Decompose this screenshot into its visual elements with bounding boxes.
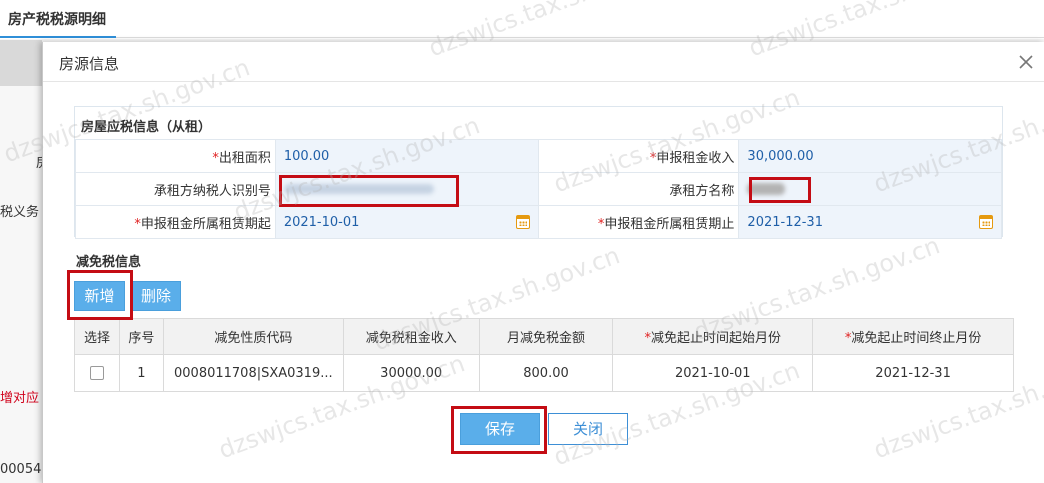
redacted-value (747, 183, 786, 195)
lease-end-field[interactable]: 2021-12-31 (738, 205, 1002, 239)
column-header: *减免起止时间起始月份 (612, 318, 814, 355)
seq-cell: 1 (118, 354, 164, 392)
column-header: 月减免税金额 (478, 318, 614, 355)
table-header-row: 选择 序号 减免性质代码 减免税租金收入 月减免税金额 *减免起止时间起始月份 … (74, 318, 1014, 355)
lease-start-label: *申报租金所属租赁期起 (75, 205, 276, 239)
code-cell: 0008011708|SXA0319... (162, 354, 344, 392)
lease-end-label: *申报租金所属租赁期止 (537, 205, 740, 239)
lessee-taxpayer-id-label: 承租方纳税人识别号 (75, 172, 276, 206)
property-info-dialog: 房源信息 房屋应税信息（从租） *出租面积 100.00 *申报租金收入 30,… (42, 42, 1044, 483)
column-header: 减免税租金收入 (342, 318, 480, 355)
calendar-icon[interactable] (515, 215, 530, 229)
form-row: *申报租金所属租赁期起 2021-10-01 *申报租金所属租赁期止 2021-… (75, 205, 1002, 239)
row-checkbox[interactable] (89, 366, 104, 380)
table-row[interactable]: 1 0008011708|SXA0319... 30000.00 800.00 … (74, 354, 1014, 392)
rental-area-label: *出租面积 (75, 139, 276, 173)
lease-start-field[interactable]: 2021-10-01 (274, 205, 539, 239)
column-header: 选择 (74, 318, 120, 355)
end-month-cell: 2021-12-31 (812, 354, 1014, 392)
exemption-title: 减免税信息 (76, 255, 142, 270)
start-month-cell: 2021-10-01 (612, 354, 814, 392)
dialog-header: 房源信息 (43, 42, 1044, 82)
lessee-taxpayer-id-field[interactable] (274, 172, 539, 206)
lessee-name-field[interactable] (738, 172, 1002, 206)
redacted-value (283, 184, 434, 194)
column-header: 序号 (118, 318, 164, 355)
background-text: 税义务 (0, 205, 40, 220)
rent-income-field[interactable]: 30,000.00 (738, 139, 1002, 173)
tab-property-tax-detail[interactable]: 房产税税源明细 (0, 0, 116, 38)
save-button[interactable]: 保存 (460, 413, 540, 445)
form-row: 承租方纳税人识别号 承租方名称 (75, 172, 1002, 206)
close-button[interactable]: 关闭 (548, 413, 628, 445)
taxable-info-form: *出租面积 100.00 *申报租金收入 30,000.00 承租方纳税人识别号… (75, 139, 1002, 239)
close-icon[interactable] (1017, 53, 1035, 71)
dialog-title: 房源信息 (59, 55, 120, 73)
form-row: *出租面积 100.00 *申报租金收入 30,000.00 (75, 139, 1002, 173)
column-header: 减免性质代码 (162, 318, 344, 355)
section-title: 房屋应税信息（从租） (81, 120, 212, 135)
select-cell (74, 354, 120, 392)
rental-area-field[interactable]: 100.00 (274, 139, 539, 173)
delete-button[interactable]: 删除 (131, 281, 181, 311)
background-text: 00054 (0, 462, 42, 477)
taxable-info-section: 房屋应税信息（从租） *出租面积 100.00 *申报租金收入 30,000.0… (74, 106, 1003, 239)
exemption-table: 选择 序号 减免性质代码 减免税租金收入 月减免税金额 *减免起止时间起始月份 … (74, 318, 1014, 392)
add-button[interactable]: 新增 (74, 281, 125, 311)
top-tab-bar: 房产税税源明细 (0, 0, 1044, 38)
column-header: *减免起止时间终止月份 (812, 318, 1014, 355)
monthly-cell: 800.00 (478, 354, 614, 392)
rent-income-label: *申报租金收入 (537, 139, 740, 173)
lessee-name-label: 承租方名称 (537, 172, 740, 206)
calendar-icon[interactable] (979, 215, 993, 229)
background-header (0, 40, 42, 86)
income-cell: 30000.00 (342, 354, 480, 392)
background-text: 增对应 (0, 391, 40, 406)
